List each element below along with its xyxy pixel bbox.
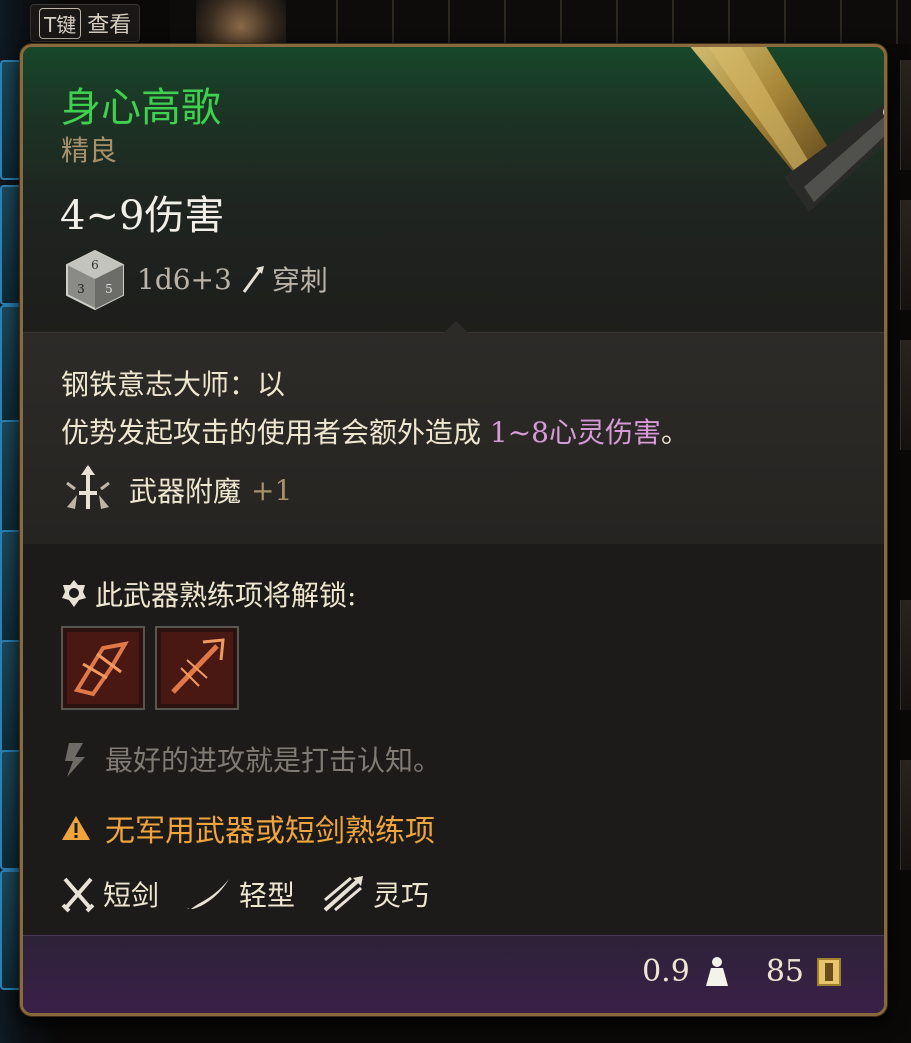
feather-icon — [187, 879, 230, 910]
svg-text:5: 5 — [105, 282, 113, 296]
inventory-slot[interactable] — [0, 60, 22, 180]
weapon-artwork — [690, 47, 884, 212]
value-amount: 85 — [765, 954, 804, 989]
warning-row: 无军用武器或短剑熟练项 — [61, 806, 435, 850]
inventory-slot[interactable] — [0, 530, 22, 650]
weight-icon — [705, 956, 728, 986]
property-label: 轻型 — [239, 879, 296, 912]
inventory-slot[interactable] — [0, 870, 22, 990]
section-divider — [444, 321, 468, 333]
inventory-slot[interactable] — [0, 305, 22, 425]
crossed-swords-icon — [61, 877, 95, 913]
proficiency-header: 此武器熟练项将解锁: — [61, 574, 356, 614]
quote-icon — [65, 743, 85, 777]
item-name: 身心高歌 — [61, 85, 221, 131]
damage-type: 穿刺 — [271, 264, 328, 297]
svg-text:3: 3 — [77, 282, 85, 296]
inventory-slot[interactable] — [900, 760, 911, 870]
inventory-slot[interactable] — [900, 600, 911, 710]
inspect-label: 查看 — [87, 13, 132, 38]
damage-roll-row: 6 3 5 1d6+3 穿刺 — [63, 247, 328, 311]
item-rarity: 精良 — [61, 134, 118, 167]
skill-piercing-strike-button[interactable] — [155, 626, 239, 710]
warning-icon — [62, 816, 90, 840]
inventory-slot[interactable] — [0, 640, 22, 760]
dice-icon: 6 3 5 — [66, 249, 124, 311]
inspect-hint[interactable]: T键 查看 — [30, 4, 141, 42]
enchantment-label: 武器附魔 — [129, 475, 242, 508]
piercing-skill-icon — [161, 632, 233, 704]
flavor-row: 最好的进攻就是打击认知。 — [61, 739, 441, 779]
item-tooltip: 身心高歌 精良 4~9伤害 6 3 5 1d6+3 穿刺 钢铁意志大师：以 优势… — [20, 44, 887, 1016]
character-portrait — [196, 0, 286, 44]
proficiency-icon — [62, 580, 86, 607]
hotkey-badge: T键 — [39, 7, 82, 39]
description-line-1: 钢铁意志大师：以 — [61, 368, 286, 401]
tooltip-proficiency: 此武器熟练项将解锁: 最好的进攻就是打击认知。 无军用武器或短剑熟练项 短剑 轻… — [23, 544, 884, 939]
description-line-2: 优势发起攻击的使用者会额外造成 1~8心灵伤害。 — [61, 411, 689, 451]
inventory-slot[interactable] — [900, 200, 911, 310]
inventory-slot[interactable] — [0, 750, 22, 870]
footer-stats: 0.9 85 — [642, 954, 842, 989]
damage-range: 4~9伤害 — [60, 193, 225, 239]
weapon-properties: 短剑 轻型 灵巧 — [61, 874, 455, 914]
tooltip-header: 身心高歌 精良 4~9伤害 6 3 5 1d6+3 穿刺 — [23, 47, 884, 333]
proficiency-label: 此武器熟练项将解锁: — [95, 579, 357, 612]
inventory-slot[interactable] — [0, 420, 22, 540]
damage-roll: 1d6+3 — [137, 262, 232, 296]
enchantment-icon — [66, 465, 110, 509]
flavor-text: 最好的进攻就是打击认知。 — [105, 744, 442, 777]
psychic-damage: 1~8心灵伤害 — [489, 416, 661, 449]
tooltip-footer: 0.9 85 — [23, 935, 884, 1013]
finesse-icon — [323, 876, 364, 912]
inventory-slot[interactable] — [0, 185, 22, 305]
inventory-slot[interactable] — [900, 60, 911, 170]
inventory-slot[interactable] — [900, 340, 911, 450]
property-label: 灵巧 — [373, 879, 430, 912]
slash-skill-icon — [67, 632, 139, 704]
weight-value: 0.9 — [642, 954, 690, 989]
property-label: 短剑 — [103, 879, 160, 912]
description-text: 优势发起攻击的使用者会额外造成 — [61, 416, 490, 449]
description-end: 。 — [661, 416, 690, 449]
skill-slash-button[interactable] — [61, 626, 145, 710]
enchantment-value: +1 — [251, 473, 293, 507]
warning-text: 无军用武器或短剑熟练项 — [105, 814, 435, 849]
tooltip-description: 钢铁意志大师：以 优势发起攻击的使用者会额外造成 1~8心灵伤害。 武器附魔 +… — [23, 332, 884, 546]
piercing-icon — [242, 266, 264, 293]
svg-text:6: 6 — [91, 258, 99, 272]
gold-icon — [817, 957, 841, 986]
enchantment-row: 武器附魔 +1 — [61, 463, 292, 517]
